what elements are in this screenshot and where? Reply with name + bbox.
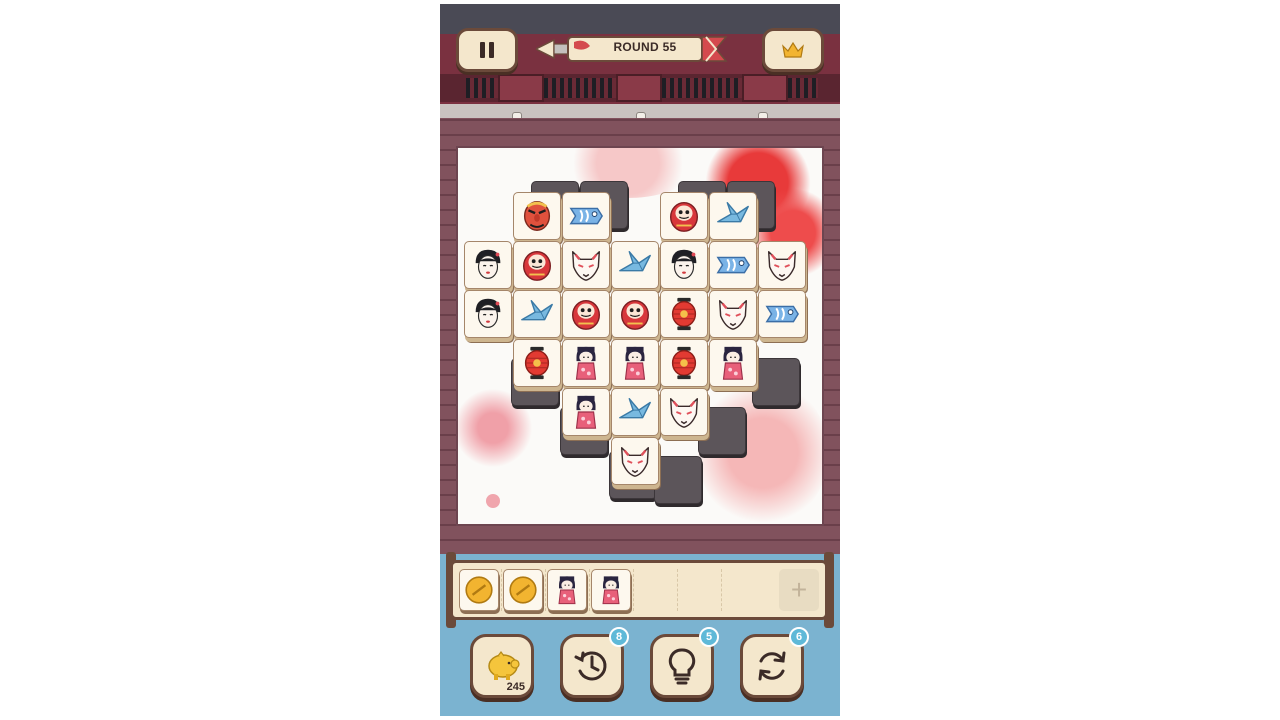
coin-icon [507, 574, 539, 606]
crown-button[interactable] [762, 28, 824, 72]
coin-count: 245 [506, 681, 525, 693]
tile-fox[interactable] [709, 290, 757, 338]
hint-badge: 5 [699, 627, 719, 647]
buried-tile [653, 455, 702, 504]
fox-icon [763, 246, 801, 284]
tray-slot [635, 569, 678, 611]
round-banner: ROUND 55 [534, 34, 730, 64]
tile-koinobori[interactable] [709, 241, 757, 289]
tengu-icon [518, 197, 556, 235]
tile-fox[interactable] [611, 437, 659, 485]
tile-daruma[interactable] [562, 290, 610, 338]
kokeshi-icon [567, 344, 605, 382]
tray-tile-kokeshi [547, 569, 587, 611]
tile-fox[interactable] [562, 241, 610, 289]
lantern-icon [665, 344, 703, 382]
kokeshi-icon [567, 393, 605, 431]
tray-tile-coin [503, 569, 543, 611]
tile-crane[interactable] [611, 388, 659, 436]
daruma-icon [665, 197, 703, 235]
tile-geisha[interactable] [660, 241, 708, 289]
buried-tile [751, 357, 800, 406]
kokeshi-icon [551, 574, 583, 606]
shuffle-icon [758, 651, 786, 681]
tile-koinobori[interactable] [562, 192, 610, 240]
fox-icon [714, 295, 752, 333]
geisha-icon [469, 246, 507, 284]
tile-daruma[interactable] [611, 290, 659, 338]
round-label: ROUND 55 [613, 40, 677, 54]
game-screen: ROUND 55 + 245 8 5 6 [440, 4, 840, 716]
lantern-icon [665, 295, 703, 333]
tile-geisha[interactable] [464, 290, 512, 338]
coin-icon [463, 574, 495, 606]
geisha-icon [665, 246, 703, 284]
geisha-icon [469, 295, 507, 333]
tile-kokeshi[interactable] [562, 388, 610, 436]
crown-icon [782, 41, 804, 58]
tray-tile-kokeshi [591, 569, 631, 611]
kokeshi-icon [616, 344, 654, 382]
tile-lantern[interactable] [660, 339, 708, 387]
kokeshi-icon [714, 344, 752, 382]
hint-button[interactable]: 5 [650, 627, 719, 698]
vent-row [440, 74, 840, 102]
tile-fox[interactable] [758, 241, 806, 289]
undo-clock-icon [574, 651, 607, 681]
tile-lantern[interactable] [660, 290, 708, 338]
fox-icon [567, 246, 605, 284]
tile-daruma[interactable] [660, 192, 708, 240]
tile-tray: + [450, 560, 828, 620]
tile-koinobori[interactable] [758, 290, 806, 338]
daruma-icon [616, 295, 654, 333]
lantern-icon [518, 344, 556, 382]
shuffle-button[interactable]: 6 [740, 627, 809, 698]
piggy-bank-icon [488, 651, 520, 680]
tile-crane[interactable] [709, 192, 757, 240]
lightbulb-icon [668, 648, 696, 685]
tile-kokeshi[interactable] [611, 339, 659, 387]
tile-lantern[interactable] [513, 339, 561, 387]
tile-fox[interactable] [660, 388, 708, 436]
pause-button[interactable] [456, 28, 518, 72]
undo-badge: 8 [609, 627, 629, 647]
crane-icon [518, 295, 556, 333]
pause-icon [480, 42, 494, 58]
tray-slot [679, 569, 722, 611]
koinobori-icon [763, 295, 801, 333]
coins-button[interactable]: 245 [470, 634, 534, 698]
tile-crane[interactable] [611, 241, 659, 289]
tile-tengu[interactable] [513, 192, 561, 240]
tile-kokeshi[interactable] [709, 339, 757, 387]
daruma-icon [518, 246, 556, 284]
crane-icon [616, 393, 654, 431]
undo-button[interactable]: 8 [560, 627, 629, 698]
tile-geisha[interactable] [464, 241, 512, 289]
crane-icon [616, 246, 654, 284]
crane-icon [714, 197, 752, 235]
tray-tile-coin [459, 569, 499, 611]
tray-add-slot-button[interactable]: + [779, 569, 819, 611]
daruma-icon [567, 295, 605, 333]
fox-icon [616, 442, 654, 480]
koinobori-icon [714, 246, 752, 284]
fox-icon [665, 393, 703, 431]
tile-crane[interactable] [513, 290, 561, 338]
koinobori-icon [567, 197, 605, 235]
tile-daruma[interactable] [513, 241, 561, 289]
shuffle-badge: 6 [789, 627, 809, 647]
kokeshi-icon [595, 574, 627, 606]
tile-kokeshi[interactable] [562, 339, 610, 387]
